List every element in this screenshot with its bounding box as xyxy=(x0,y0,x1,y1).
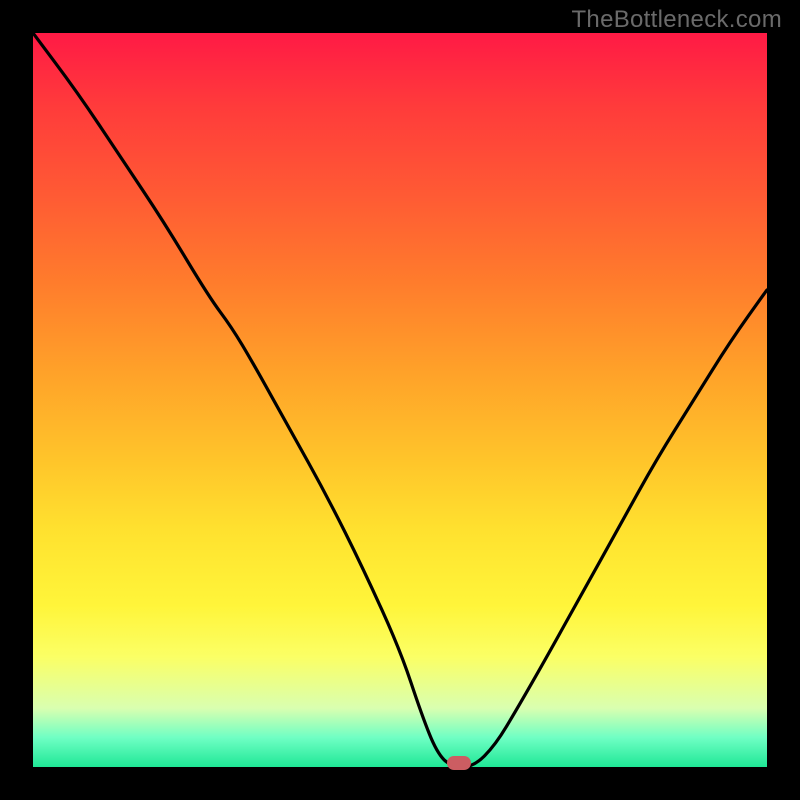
optimal-point-marker xyxy=(447,756,471,770)
chart-frame: TheBottleneck.com xyxy=(0,0,800,800)
watermark-text: TheBottleneck.com xyxy=(571,6,782,34)
bottleneck-curve-path xyxy=(33,33,767,767)
bottleneck-curve-svg xyxy=(33,33,767,767)
